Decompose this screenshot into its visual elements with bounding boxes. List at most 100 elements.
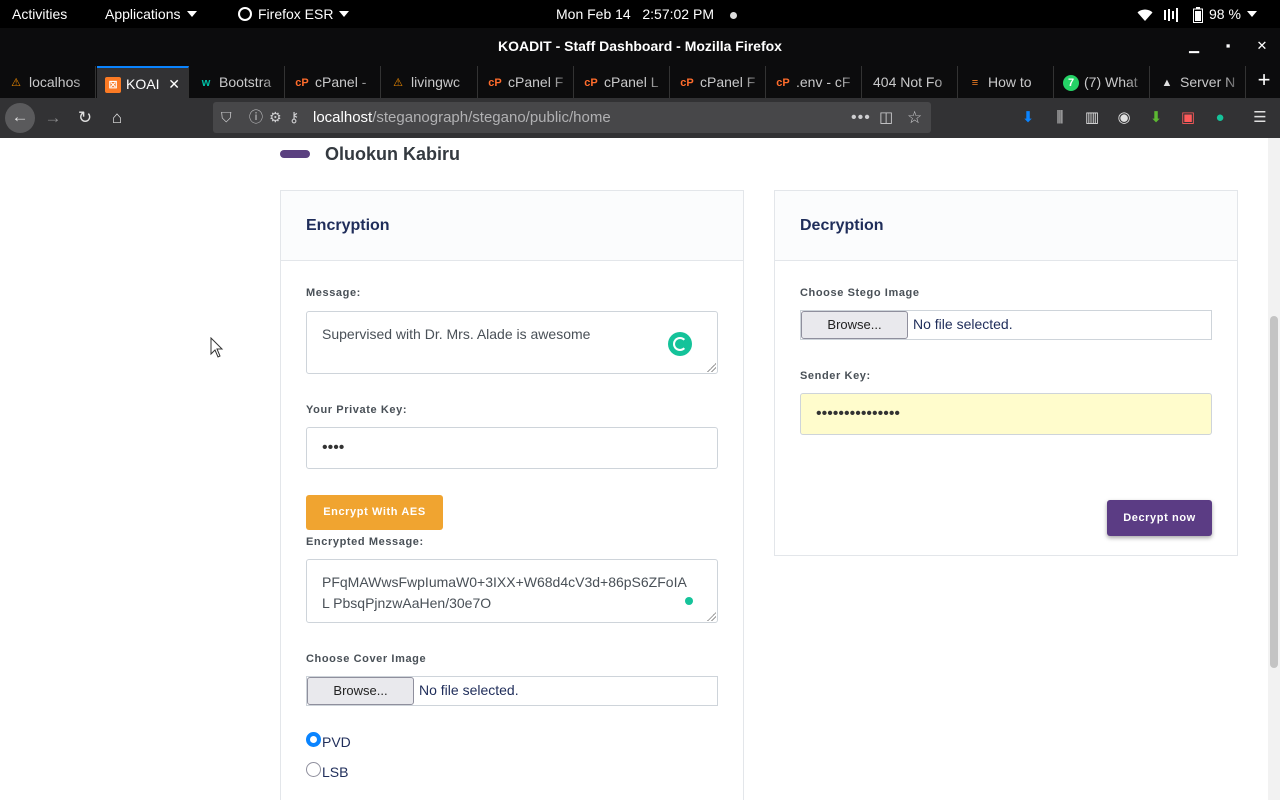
chevron-down-icon bbox=[1246, 11, 1257, 18]
message-textarea[interactable]: Supervised with Dr. Mrs. Alade is awesom… bbox=[306, 311, 718, 374]
tab-404[interactable]: 404 Not Fo bbox=[863, 66, 958, 98]
lsb-radio[interactable] bbox=[306, 762, 321, 777]
tab-label: 404 Not Fo bbox=[873, 74, 943, 90]
window-titlebar: KOADIT - Staff Dashboard - Mozilla Firef… bbox=[0, 28, 1280, 64]
sender-key-input[interactable]: ••••••••••••••• bbox=[800, 393, 1212, 435]
encrypted-message-textarea[interactable]: PFqMAWwsFwpIumaW0+3IXX+W68d4cV3d+86pS6ZF… bbox=[306, 559, 718, 623]
forward-button[interactable]: → bbox=[39, 104, 67, 132]
key-icon[interactable]: ⚷ bbox=[289, 102, 299, 133]
tab-strip: ⚠ localhos ⊠ KOAI ✕ w Bootstra cP cPanel - ⚠… bbox=[0, 64, 1280, 98]
new-tab-button[interactable]: + bbox=[1250, 66, 1278, 96]
tab-koadit[interactable]: ⊠ KOAI ✕ bbox=[97, 66, 189, 98]
stego-image-file-input[interactable]: Browse... No file selected. bbox=[800, 310, 1212, 340]
tab-localhost[interactable]: ⚠ localhos bbox=[0, 66, 96, 98]
tab-whatsapp[interactable]: 7 (7) What bbox=[1055, 66, 1150, 98]
back-button[interactable]: ← bbox=[5, 103, 35, 133]
message-label: Message: bbox=[306, 287, 361, 299]
maximize-button[interactable]: ▪ bbox=[1218, 36, 1238, 56]
permissions-icon[interactable]: ⚙ bbox=[269, 102, 282, 133]
url-text[interactable]: localhost/steganograph/stegano/public/ho… bbox=[313, 102, 611, 133]
close-tab-icon[interactable]: ✕ bbox=[168, 68, 180, 98]
pvd-radio[interactable] bbox=[306, 732, 321, 747]
cpanel-icon: cP bbox=[584, 77, 598, 90]
close-window-button[interactable]: ✕ bbox=[1252, 36, 1272, 56]
decryption-card: Decryption Choose Stego Image Browse... … bbox=[774, 190, 1238, 556]
page-actions-icon[interactable]: ••• bbox=[851, 102, 871, 133]
encrypted-message-text: PFqMAWwsFwpIumaW0+3IXX+W68d4cV3d+86pS6ZF… bbox=[322, 574, 687, 611]
pvd-label[interactable]: PVD bbox=[322, 734, 351, 750]
firefox-icon bbox=[238, 7, 252, 22]
cover-no-file-text: No file selected. bbox=[419, 682, 519, 698]
home-button[interactable]: ⌂ bbox=[103, 104, 131, 132]
shield-icon[interactable]: ⛉ bbox=[221, 102, 232, 133]
firefox-app-label: Firefox ESR bbox=[258, 6, 334, 22]
extension-icon[interactable]: ▣ bbox=[1178, 108, 1198, 128]
navigation-toolbar: ← → ↻ ⌂ ⛉ ⓘ ⚙ ⚷ localhost/steganograph/s… bbox=[0, 98, 1280, 138]
pocket-icon[interactable]: ◫ bbox=[879, 102, 893, 133]
warning-icon: ▲ bbox=[1161, 77, 1173, 90]
chevron-down-icon bbox=[186, 11, 197, 18]
sidebar-icon[interactable]: ▥ bbox=[1082, 108, 1102, 128]
tab-server[interactable]: ▲ Server N bbox=[1151, 66, 1246, 98]
applications-label: Applications bbox=[105, 6, 181, 22]
applications-menu[interactable]: Applications bbox=[105, 0, 197, 28]
stego-image-label: Choose Stego Image bbox=[800, 287, 920, 299]
message-text: Supervised with Dr. Mrs. Alade is awesom… bbox=[322, 326, 591, 342]
download-manager-icon[interactable]: ⬇ bbox=[1146, 108, 1166, 128]
page-scrollbar[interactable] bbox=[1268, 138, 1280, 800]
url-host: localhost bbox=[313, 109, 373, 126]
tab-cpanel-1[interactable]: cP cPanel - bbox=[286, 66, 381, 98]
tab-cpanel-4[interactable]: cP cPanel F bbox=[671, 66, 766, 98]
private-key-input[interactable]: •••• bbox=[306, 427, 718, 469]
chevron-down-icon bbox=[339, 11, 350, 18]
cover-image-file-input[interactable]: Browse... No file selected. bbox=[306, 676, 718, 706]
tab-label: KOAI bbox=[126, 76, 160, 92]
tab-label: How to bbox=[988, 74, 1032, 90]
firefox-app-menu[interactable]: Firefox ESR bbox=[238, 0, 350, 28]
downloads-icon[interactable]: ⬇ bbox=[1018, 108, 1038, 128]
decryption-title: Decryption bbox=[800, 217, 884, 234]
grammarly-icon[interactable] bbox=[685, 597, 693, 605]
window-title: KOADIT - Staff Dashboard - Mozilla Firef… bbox=[498, 38, 782, 54]
stego-browse-button[interactable]: Browse... bbox=[801, 311, 908, 339]
notification-dot-icon bbox=[729, 11, 737, 19]
account-icon[interactable]: ◉ bbox=[1114, 108, 1134, 128]
activities-button[interactable]: Activities bbox=[12, 0, 67, 28]
w-icon: w bbox=[201, 77, 211, 90]
lsb-label[interactable]: LSB bbox=[322, 764, 348, 780]
hamburger-menu-icon[interactable]: ☰ bbox=[1250, 108, 1270, 128]
minimize-button[interactable]: ▁ bbox=[1184, 36, 1204, 56]
grammarly-icon[interactable] bbox=[668, 332, 692, 356]
resize-handle-icon[interactable] bbox=[707, 363, 716, 372]
bookmark-star-icon[interactable]: ☆ bbox=[907, 102, 922, 133]
cover-browse-button[interactable]: Browse... bbox=[307, 677, 414, 705]
grammarly-icon[interactable]: ● bbox=[1210, 108, 1230, 128]
tab-cpanel-2[interactable]: cP cPanel F bbox=[479, 66, 574, 98]
battery-indicator[interactable]: 98 % bbox=[1193, 0, 1257, 28]
reload-button[interactable]: ↻ bbox=[71, 104, 99, 132]
mouse-cursor-icon bbox=[210, 337, 224, 358]
clock[interactable]: Mon Feb 14 2:57:02 PM bbox=[556, 0, 737, 28]
info-icon[interactable]: ⓘ bbox=[249, 102, 263, 133]
encryption-title: Encryption bbox=[306, 217, 390, 234]
tab-livingwc[interactable]: ⚠ livingwc bbox=[382, 66, 478, 98]
cover-image-label: Choose Cover Image bbox=[306, 653, 427, 665]
whatsapp-icon: 7 bbox=[1063, 75, 1079, 92]
decrypt-now-button[interactable]: Decrypt now bbox=[1107, 500, 1212, 536]
url-bar[interactable]: ⛉ ⓘ ⚙ ⚷ localhost/steganograph/stegano/p… bbox=[213, 102, 931, 133]
wifi-icon[interactable] bbox=[1137, 0, 1153, 28]
library-icon[interactable]: ⫼ bbox=[1050, 108, 1070, 128]
encrypt-aes-button[interactable]: Encrypt With AES bbox=[306, 495, 443, 530]
tab-bootstrap[interactable]: w Bootstra bbox=[190, 66, 285, 98]
tab-how-to[interactable]: ≡ How to bbox=[959, 66, 1054, 98]
battery-percent: 98 % bbox=[1209, 6, 1241, 22]
private-key-value: •••• bbox=[322, 439, 345, 456]
resize-handle-icon[interactable] bbox=[707, 612, 716, 621]
cpanel-icon: cP bbox=[295, 77, 309, 90]
tab-cpanel-3[interactable]: cP cPanel L bbox=[575, 66, 670, 98]
scrollbar-thumb[interactable] bbox=[1270, 316, 1278, 668]
user-name: Oluokun Kabiru bbox=[325, 144, 460, 164]
sender-key-label: Sender Key: bbox=[800, 370, 871, 382]
tab-env-cpanel[interactable]: cP .env - cF bbox=[767, 66, 862, 98]
volume-icon[interactable] bbox=[1163, 0, 1179, 28]
